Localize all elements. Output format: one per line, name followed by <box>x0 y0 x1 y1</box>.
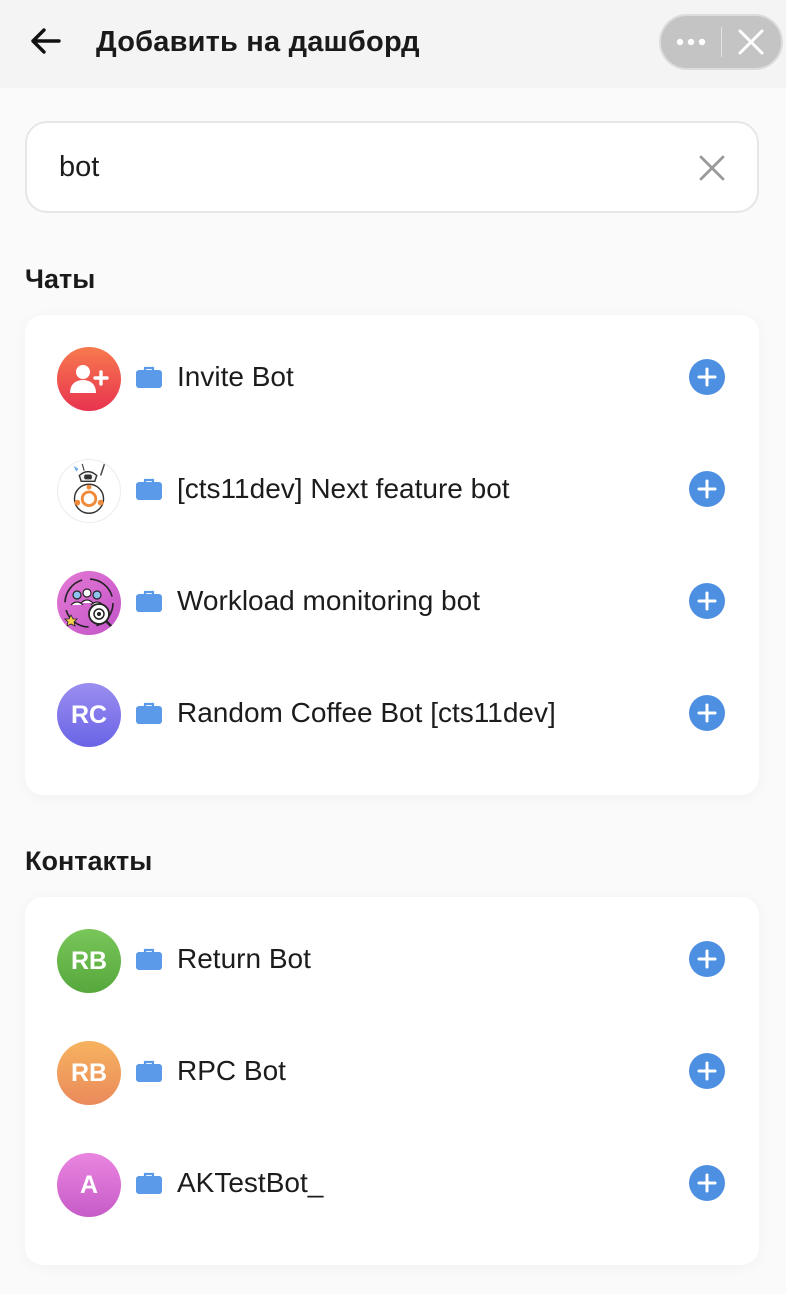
plus-icon <box>697 479 717 499</box>
add-button[interactable] <box>689 695 725 731</box>
close-icon <box>738 29 764 55</box>
add-button[interactable] <box>689 359 725 395</box>
section-title-contacts: Контакты <box>25 846 153 876</box>
add-button[interactable] <box>689 1053 725 1089</box>
avatar: RC <box>57 683 121 747</box>
robot-image <box>57 459 121 523</box>
avatar: RB <box>57 1041 121 1105</box>
contact-item[interactable]: A AKTestBot_ <box>25 1121 759 1233</box>
contact-name: AKTestBot_ <box>177 1167 324 1198</box>
briefcase-icon <box>136 1172 162 1194</box>
team-eye-image <box>57 571 121 635</box>
plus-icon <box>697 703 717 723</box>
contact-name: RPC Bot <box>177 1055 286 1086</box>
contact-item[interactable]: RB Return Bot <box>25 897 759 1009</box>
chats-card: Invite Bot [cts11dev] Next feature bot W… <box>25 315 759 795</box>
contact-name: Return Bot <box>177 943 311 974</box>
chat-name: Random Coffee Bot [cts11dev] <box>177 697 556 728</box>
briefcase-icon <box>136 478 162 500</box>
chat-item[interactable]: Workload monitoring bot <box>25 539 759 651</box>
plus-icon <box>697 1173 717 1193</box>
search-box <box>25 121 759 213</box>
more-dots-icon <box>676 38 705 46</box>
briefcase-icon <box>136 590 162 612</box>
chat-item[interactable]: [cts11dev] Next feature bot <box>25 427 759 539</box>
contact-item[interactable]: RB RPC Bot <box>25 1009 759 1121</box>
briefcase-icon <box>136 366 162 388</box>
add-button[interactable] <box>689 471 725 507</box>
chat-name: [cts11dev] Next feature bot <box>177 473 510 504</box>
person-add-icon <box>57 347 121 411</box>
add-button[interactable] <box>689 583 725 619</box>
close-button[interactable] <box>721 16 781 68</box>
top-bar: Добавить на дашборд <box>0 0 786 88</box>
plus-icon <box>697 367 717 387</box>
section-title-chats: Чаты <box>25 264 96 294</box>
avatar: A <box>57 1153 121 1217</box>
page-title: Добавить на дашборд <box>96 26 420 58</box>
contacts-card: RB Return Bot RB RPC Bot A AKTestBot_ <box>25 897 759 1265</box>
add-button[interactable] <box>689 1165 725 1201</box>
briefcase-icon <box>136 1060 162 1082</box>
chat-item[interactable]: RC Random Coffee Bot [cts11dev] <box>25 651 759 763</box>
briefcase-icon <box>136 948 162 970</box>
arrow-left-icon <box>31 28 61 54</box>
clear-x-icon <box>699 155 725 181</box>
search-input[interactable] <box>59 147 659 187</box>
plus-icon <box>697 591 717 611</box>
briefcase-icon <box>136 702 162 724</box>
add-button[interactable] <box>689 941 725 977</box>
plus-icon <box>697 1061 717 1081</box>
window-controls <box>659 14 783 70</box>
plus-icon <box>697 949 717 969</box>
back-button[interactable] <box>26 22 64 60</box>
chat-name: Workload monitoring bot <box>177 585 480 616</box>
chat-item[interactable]: Invite Bot <box>25 315 759 427</box>
avatar: RB <box>57 929 121 993</box>
more-button[interactable] <box>661 16 721 68</box>
clear-search-button[interactable] <box>693 149 731 187</box>
chat-name: Invite Bot <box>177 361 294 392</box>
